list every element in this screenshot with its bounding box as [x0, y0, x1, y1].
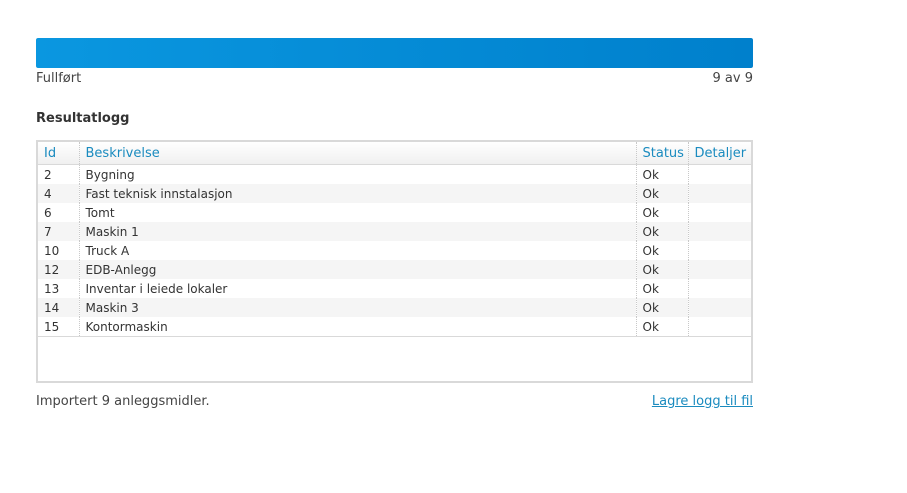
cell-details	[687, 279, 751, 298]
table-header-row: Id Beskrivelse Status Detaljer	[38, 142, 751, 165]
cell-description: Maskin 3	[78, 298, 636, 317]
cell-description: Bygning	[78, 164, 636, 184]
cell-id: 15	[38, 317, 79, 337]
cell-id: 2	[44, 167, 52, 182]
cell-status: Ok	[635, 279, 688, 298]
cell-id: 10	[44, 243, 60, 258]
cell-status: Ok	[635, 298, 688, 317]
cell-id: 7	[38, 222, 79, 241]
cell-details	[687, 241, 751, 260]
column-header-status[interactable]: Status	[635, 142, 688, 165]
cell-id: 12	[38, 260, 79, 279]
cell-id: 13	[44, 281, 60, 296]
cell-id: 6	[44, 205, 52, 220]
cell-description: EDB-Anlegg	[78, 260, 636, 279]
cell-description: Tomt	[78, 203, 636, 222]
save-log-link[interactable]: Lagre logg til fil	[652, 393, 753, 411]
column-header-id[interactable]: Id	[38, 142, 79, 165]
footer: Importert 9 anleggsmidler. Lagre logg ti…	[36, 393, 753, 411]
table-row[interactable]: 13 Inventar i leiede lokaler Ok	[38, 279, 751, 298]
cell-details	[687, 317, 751, 337]
table-row[interactable]: 4 Fast teknisk innstalasjon Ok	[38, 184, 751, 203]
result-log-box: Id Beskrivelse Status Detaljer 2 Bygning O…	[36, 140, 753, 383]
progress-bar	[36, 38, 753, 68]
progress-bar-fill	[36, 38, 753, 68]
table-row[interactable]: 6 Tomt Ok	[38, 203, 751, 222]
cell-status: Ok	[635, 260, 688, 279]
result-log-table: Id Beskrivelse Status Detaljer 2 Bygning O…	[38, 142, 751, 337]
progress-status-label: Fullført	[36, 71, 82, 86]
column-header-description[interactable]: Beskrivelse	[78, 142, 636, 165]
cell-details	[687, 222, 751, 241]
cell-status: Ok	[635, 184, 688, 203]
table-row[interactable]: 10 Truck A Ok	[38, 241, 751, 260]
import-summary: Importert 9 anleggsmidler.	[36, 394, 210, 409]
cell-description: Kontormaskin	[78, 317, 636, 337]
progress-count-label: 9 av 9	[712, 71, 753, 86]
table-row[interactable]: 7 Maskin 1 Ok	[38, 222, 751, 241]
cell-status: Ok	[635, 164, 688, 184]
import-result-panel: Fullført 9 av 9 Resultatlogg Id Beskrive…	[36, 38, 753, 411]
table-row[interactable]: 14 Maskin 3 Ok	[38, 298, 751, 317]
cell-id: 4	[38, 184, 79, 203]
table-row[interactable]: 2 Bygning Ok	[38, 164, 751, 184]
cell-description: Inventar i leiede lokaler	[78, 279, 636, 298]
cell-description: Truck A	[78, 241, 636, 260]
progress-labels: Fullført 9 av 9	[36, 70, 753, 88]
cell-details	[687, 298, 751, 317]
cell-details	[687, 203, 751, 222]
table-row[interactable]: 12 EDB-Anlegg Ok	[38, 260, 751, 279]
table-row[interactable]: 15 Kontormaskin Ok	[38, 317, 751, 337]
cell-details	[687, 260, 751, 279]
cell-description: Fast teknisk innstalasjon	[78, 184, 636, 203]
cell-status: Ok	[635, 317, 688, 337]
cell-details	[687, 184, 751, 203]
cell-description: Maskin 1	[78, 222, 636, 241]
cell-status: Ok	[635, 241, 688, 260]
column-header-details[interactable]: Detaljer	[687, 142, 751, 165]
result-log-rows: 2 Bygning Ok 4 Fast teknisk innstalasjon Ok 6 T…	[38, 164, 751, 337]
cell-id: 14	[38, 298, 79, 317]
cell-status: Ok	[635, 222, 688, 241]
cell-status: Ok	[635, 203, 688, 222]
cell-details	[687, 164, 751, 184]
result-log-title: Resultatlogg	[36, 111, 130, 126]
